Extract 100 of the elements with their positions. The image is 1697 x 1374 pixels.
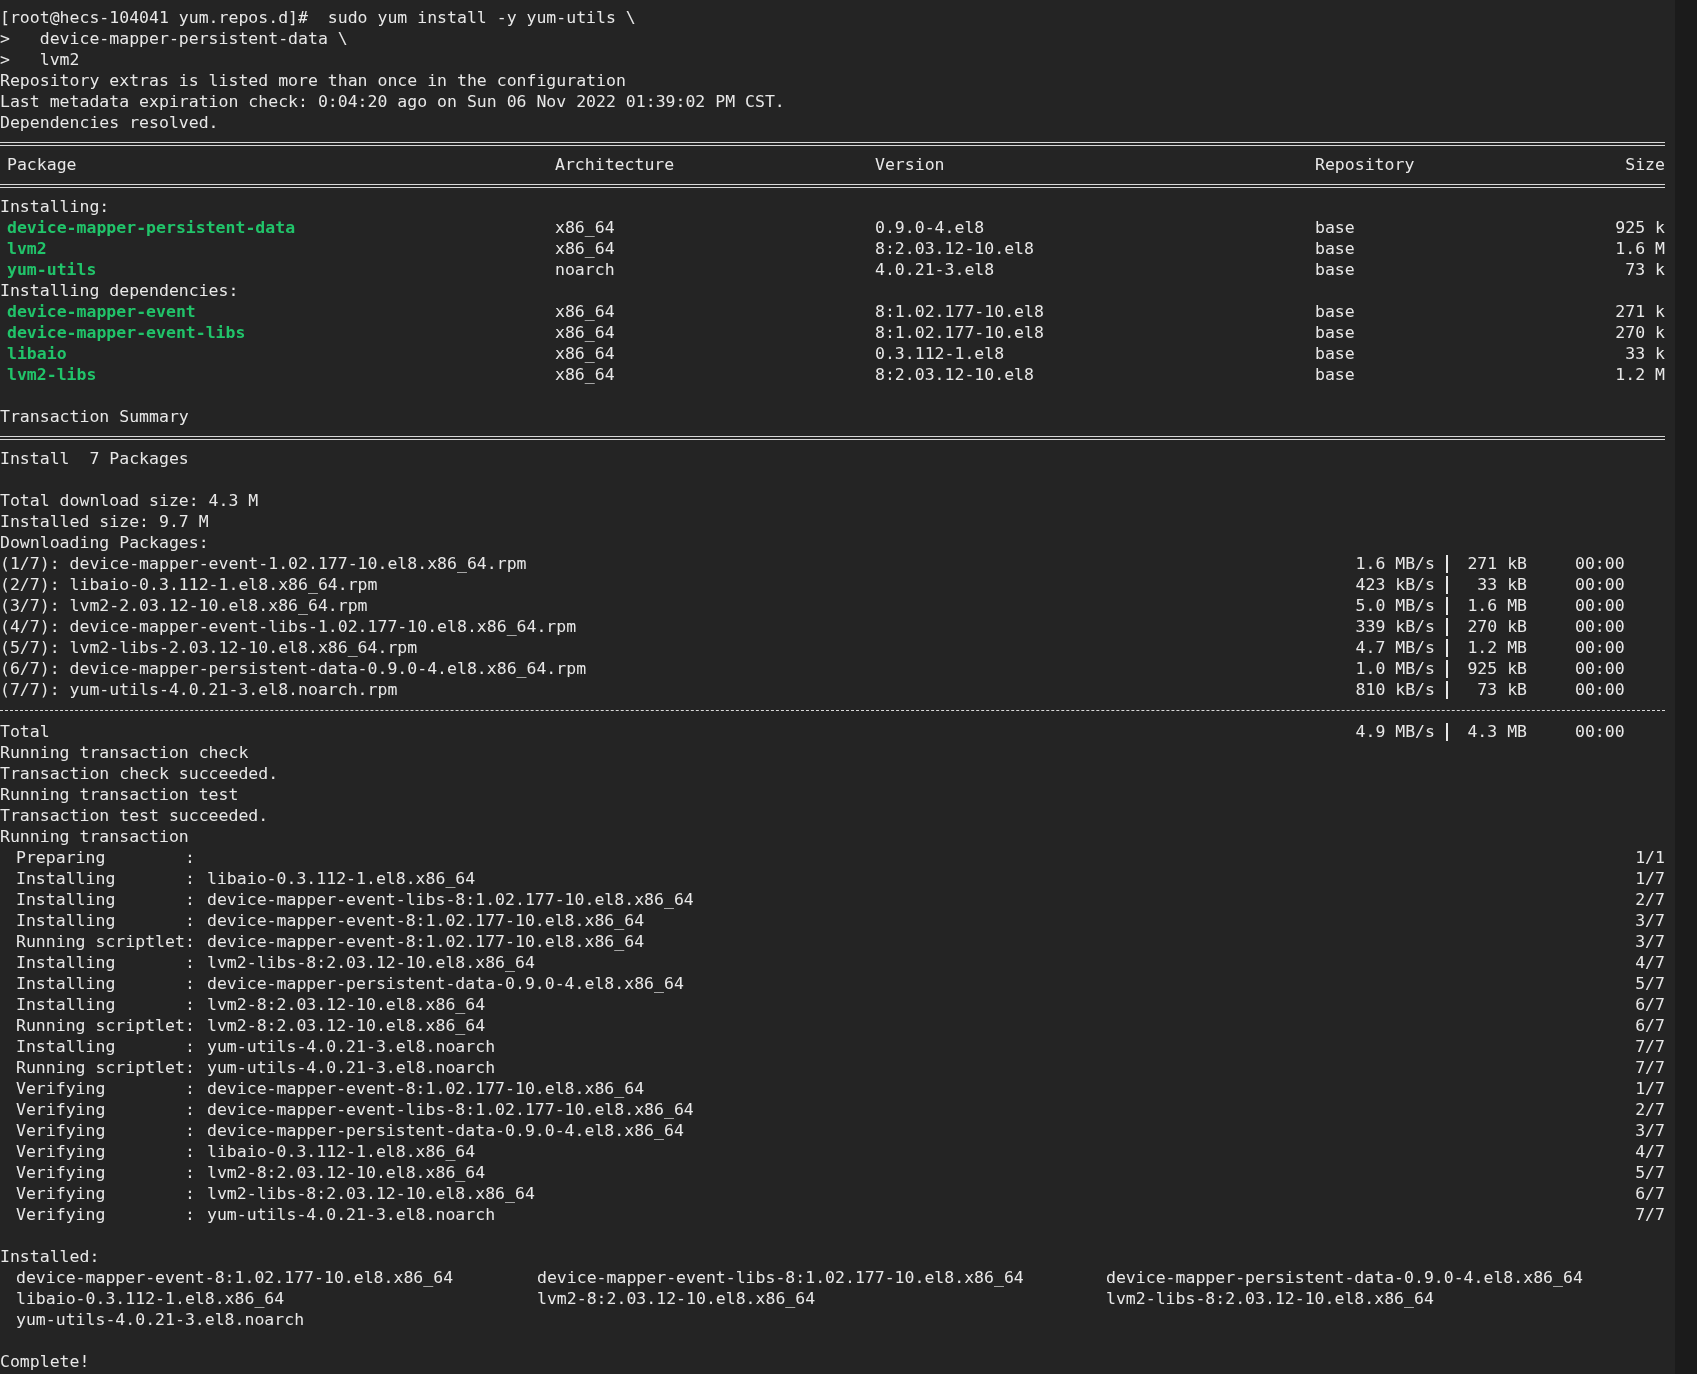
step-counter: 6/7 — [1635, 1015, 1665, 1036]
step-package: lvm2-libs-8:2.03.12-10.el8.x86_64 — [207, 1183, 536, 1204]
step-counter: 7/7 — [1635, 1204, 1665, 1225]
terminal-line: Running transaction — [0, 827, 189, 846]
package-arch: x86_64 — [555, 364, 616, 385]
step-counter: 6/7 — [1635, 994, 1665, 1015]
terminal-line: Last metadata expiration check: 0:04:20 ago on Sun 06 Nov 2022 01:39:02 PM CST. — [0, 92, 785, 111]
terminal-line: Transaction test succeeded. — [0, 806, 269, 825]
terminal-line: Running transaction check — [0, 743, 249, 762]
package-version: 8:1.02.177-10.el8 — [875, 322, 1045, 343]
terminal-line: > lvm2 — [0, 50, 80, 69]
package-name: yum-utils — [7, 259, 98, 280]
terminal-line: Dependencies resolved. — [0, 113, 219, 132]
download-size: 270 kB — [1466, 616, 1527, 637]
installed-package: yum-utils-4.0.21-3.el8.noarch — [16, 1309, 306, 1330]
package-version: 8:1.02.177-10.el8 — [875, 301, 1045, 322]
package-arch: x86_64 — [555, 217, 616, 238]
step-counter: 1/7 — [1635, 1078, 1665, 1099]
column-header: Version — [875, 154, 946, 175]
download-file: (6/7): device-mapper-persistent-data-0.9.0-4.el8.x86_64.rpm — [0, 658, 588, 679]
package-arch: x86_64 — [555, 343, 616, 364]
step-counter: 3/7 — [1635, 910, 1665, 931]
column-header: Repository — [1315, 154, 1416, 175]
step-counter: 2/7 — [1635, 889, 1665, 910]
step-action: Running scriptlet: — [16, 1057, 196, 1078]
package-size: 1.2 M — [1615, 364, 1665, 385]
download-time: 00:00 — [1575, 637, 1626, 658]
step-counter: 1/1 — [1635, 847, 1665, 868]
download-speed: 4.9 MB/s — [1354, 721, 1435, 742]
download-time: 00:00 — [1575, 553, 1626, 574]
package-repo: base — [1315, 259, 1356, 280]
terminal-line: Total download size: 4.3 M — [0, 491, 259, 510]
download-size: 1.6 MB — [1466, 595, 1527, 616]
terminal-line: Installed size: 9.7 M — [0, 512, 209, 531]
step-package: device-mapper-event-8:1.02.177-10.el8.x86_64 — [207, 910, 646, 931]
terminal-line: Installing: — [0, 197, 110, 216]
package-name: libaio — [7, 343, 68, 364]
download-speed: 1.6 MB/s — [1354, 553, 1435, 574]
step-counter: 7/7 — [1635, 1057, 1665, 1078]
step-package: libaio-0.3.112-1.el8.x86_64 — [207, 868, 477, 889]
download-speed: 339 kB/s — [1354, 616, 1435, 637]
package-arch: noarch — [555, 259, 616, 280]
package-name: lvm2 — [7, 238, 48, 259]
terminal-line: Running transaction test — [0, 785, 239, 804]
terminal-line: [root@hecs-104041 yum.repos.d]# sudo yum install -y yum-utils \ — [0, 8, 636, 27]
installed-package: lvm2-libs-8:2.03.12-10.el8.x86_64 — [1106, 1288, 1435, 1309]
step-action: Installing : — [16, 1036, 196, 1057]
package-repo: base — [1315, 322, 1356, 343]
download-speed: 5.0 MB/s — [1354, 595, 1435, 616]
download-size: 1.2 MB — [1466, 637, 1527, 658]
terminal-line: Install 7 Packages — [0, 449, 189, 468]
download-size: 73 kB — [1476, 679, 1527, 700]
terminal-line: Transaction Summary — [0, 407, 189, 426]
download-speed: 4.7 MB/s — [1354, 637, 1435, 658]
step-action: Verifying : — [16, 1099, 196, 1120]
installed-package: lvm2-8:2.03.12-10.el8.x86_64 — [537, 1288, 817, 1309]
download-size: 271 kB — [1466, 553, 1527, 574]
package-size: 271 k — [1615, 301, 1665, 322]
download-file: (1/7): device-mapper-event-1.02.177-10.el8.x86_64.rpm — [0, 553, 528, 574]
step-action: Verifying : — [16, 1162, 196, 1183]
step-package: device-mapper-event-libs-8:1.02.177-10.el8.x86_64 — [207, 889, 695, 910]
step-package: device-mapper-event-8:1.02.177-10.el8.x86_64 — [207, 931, 646, 952]
package-version: 0.9.0-4.el8 — [875, 217, 986, 238]
package-name: device-mapper-event — [7, 301, 197, 322]
step-action: Verifying : — [16, 1120, 196, 1141]
terminal-line: Transaction check succeeded. — [0, 764, 279, 783]
package-arch: x86_64 — [555, 301, 616, 322]
column-header: Size — [1625, 154, 1665, 175]
installed-package: device-mapper-event-8:1.02.177-10.el8.x86_64 — [16, 1267, 455, 1288]
package-arch: x86_64 — [555, 322, 616, 343]
download-speed: 810 kB/s — [1354, 679, 1435, 700]
terminal-line: Repository extras is listed more than once in the configuration — [0, 71, 626, 90]
column-header: Architecture — [555, 154, 676, 175]
package-size: 1.6 M — [1615, 238, 1665, 259]
download-file: Total — [0, 721, 51, 742]
step-counter: 3/7 — [1635, 1120, 1665, 1141]
step-package: device-mapper-event-8:1.02.177-10.el8.x86_64 — [207, 1078, 646, 1099]
terminal-line: Downloading Packages: — [0, 533, 209, 552]
download-time: 00:00 — [1575, 574, 1626, 595]
package-repo: base — [1315, 238, 1356, 259]
step-action: Preparing : — [16, 847, 196, 868]
step-counter: 3/7 — [1635, 931, 1665, 952]
column-header: Package — [7, 154, 78, 175]
step-action: Running scriptlet: — [16, 931, 196, 952]
step-action: Verifying : — [16, 1204, 196, 1225]
step-counter: 6/7 — [1635, 1183, 1665, 1204]
download-file: (3/7): lvm2-2.03.12-10.el8.x86_64.rpm — [0, 595, 369, 616]
package-version: 0.3.112-1.el8 — [875, 343, 1006, 364]
package-size: 73 k — [1625, 259, 1665, 280]
download-size: 925 kB — [1466, 658, 1527, 679]
package-version: 8:2.03.12-10.el8 — [875, 364, 1035, 385]
step-action: Installing : — [16, 994, 196, 1015]
download-speed: 423 kB/s — [1354, 574, 1435, 595]
step-counter: 2/7 — [1635, 1099, 1665, 1120]
step-counter: 5/7 — [1635, 973, 1665, 994]
step-package: lvm2-8:2.03.12-10.el8.x86_64 — [207, 1015, 487, 1036]
package-repo: base — [1315, 301, 1356, 322]
step-action: Verifying : — [16, 1078, 196, 1099]
download-speed: 1.0 MB/s — [1354, 658, 1435, 679]
package-name: lvm2-libs — [7, 364, 98, 385]
